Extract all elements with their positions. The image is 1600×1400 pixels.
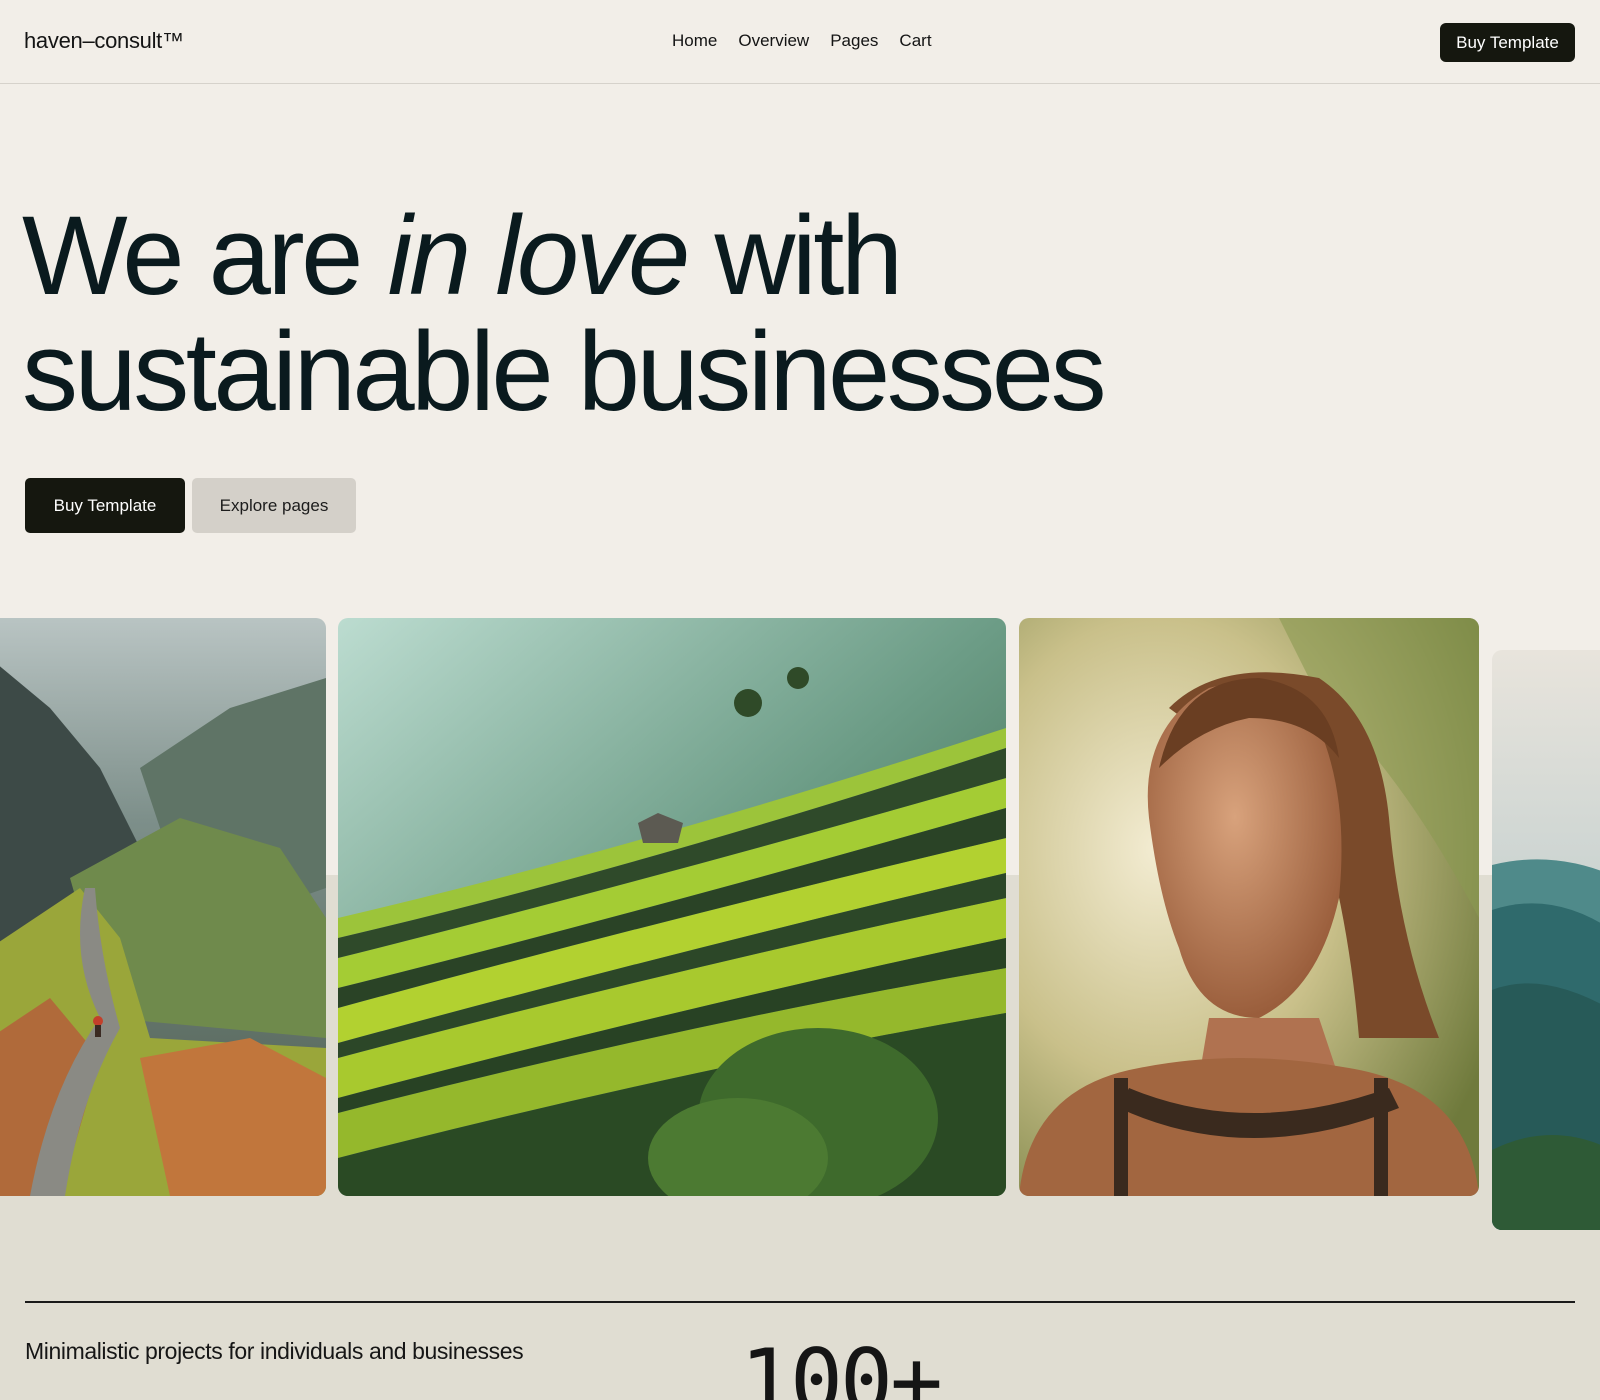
tagline: Minimalistic projects for individuals an… — [25, 1338, 524, 1364]
woman-portrait-photo — [1019, 618, 1479, 1196]
explore-pages-button[interactable]: Explore pages — [192, 478, 356, 533]
header-buy-template-button[interactable]: Buy Template — [1440, 23, 1575, 62]
hero-title-part1: We are — [22, 193, 388, 318]
hero-title-line2: sustainable businesses — [22, 309, 1107, 434]
nav-pages[interactable]: Pages — [830, 31, 878, 51]
rice-terraces-photo — [338, 618, 1006, 1196]
hero-title-italic: in love — [387, 193, 691, 318]
nav-cart[interactable]: Cart — [899, 31, 931, 51]
projects-count: 100+ — [740, 1330, 943, 1400]
buy-template-button[interactable]: Buy Template — [25, 478, 185, 533]
section-divider — [25, 1301, 1575, 1303]
mountain-trail-photo — [0, 618, 326, 1196]
hero-title: We are in love with sustainable business… — [22, 198, 1222, 430]
main-nav: Home Overview Pages Cart — [672, 31, 932, 51]
nav-overview[interactable]: Overview — [738, 31, 809, 51]
logo[interactable]: haven–consult™ — [24, 28, 184, 54]
site-header: haven–consult™ Home Overview Pages Cart … — [0, 0, 1600, 84]
hero-title-part2: with — [686, 193, 903, 318]
nav-home[interactable]: Home — [672, 31, 717, 51]
valley-photo — [1492, 650, 1600, 1230]
